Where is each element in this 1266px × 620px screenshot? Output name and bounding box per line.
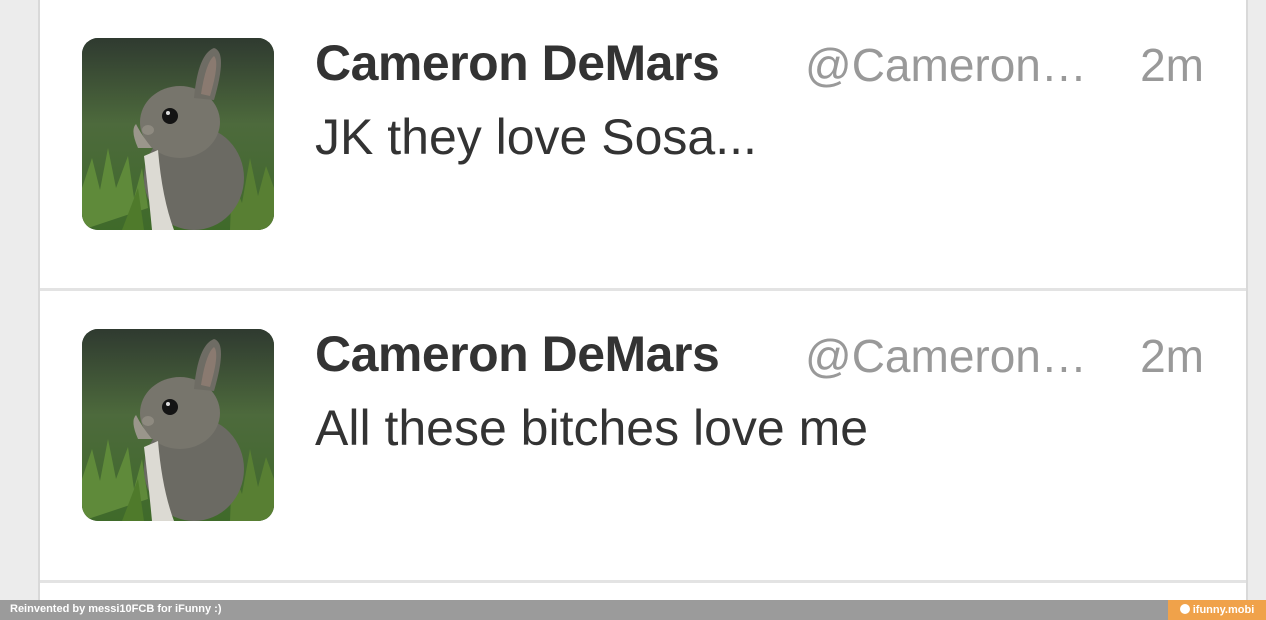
tweet-author-handle[interactable]: @Cameron… bbox=[805, 38, 1087, 92]
avatar[interactable] bbox=[82, 329, 274, 521]
tweet-item[interactable]: Cameron DeMars @Cameron… 2m JK they love… bbox=[40, 0, 1246, 288]
tweet-item[interactable]: Cameron DeMars @Cameron… 2m All these bi… bbox=[40, 291, 1246, 580]
brand-badge-label: ifunny.mobi bbox=[1192, 604, 1255, 616]
bunny-avatar-icon bbox=[82, 38, 274, 230]
tweet-timestamp: 2m bbox=[1140, 330, 1204, 382]
tweet-timestamp: 2m bbox=[1140, 39, 1204, 91]
watermark-bar: Reinvented by messi10FCB for iFunny :) i… bbox=[0, 600, 1266, 620]
tweet-author-name[interactable]: Cameron DeMars bbox=[315, 325, 720, 383]
tweet-text: JK they love Sosa... bbox=[315, 109, 757, 165]
tweet-author-handle[interactable]: @Cameron… bbox=[805, 329, 1087, 383]
watermark-credit: Reinvented by messi10FCB for iFunny :) bbox=[10, 603, 222, 615]
tweet-author-name[interactable]: Cameron DeMars bbox=[315, 34, 720, 92]
tweet-item[interactable] bbox=[40, 583, 1246, 600]
brand-badge[interactable]: ifunny.mobi bbox=[1168, 600, 1266, 620]
tweet-text: All these bitches love me bbox=[315, 400, 869, 456]
tweet-timeline: Cameron DeMars @Cameron… 2m JK they love… bbox=[38, 0, 1248, 600]
bunny-avatar-icon bbox=[82, 329, 274, 521]
smile-icon bbox=[1179, 604, 1190, 614]
avatar[interactable] bbox=[82, 38, 274, 230]
